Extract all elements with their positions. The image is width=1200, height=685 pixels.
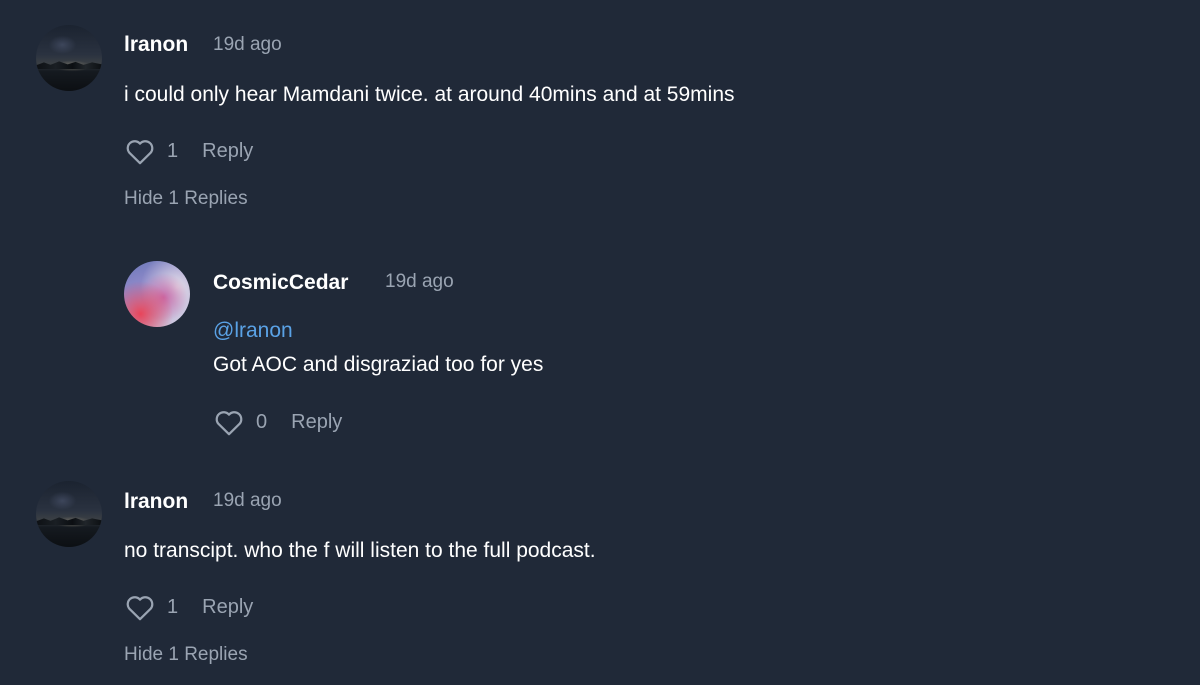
- like-count: 0: [256, 411, 268, 433]
- comment-text: i could only hear Mamdani twice. at arou…: [124, 83, 735, 106]
- reply-button[interactable]: Reply: [291, 411, 342, 434]
- comment-actions: 0 Reply: [214, 409, 342, 436]
- hide-replies-button[interactable]: Hide 1 Replies: [124, 644, 248, 666]
- like-count: 1: [167, 140, 179, 162]
- night-landscape-icon: [36, 61, 102, 70]
- comment-text: Got AOC and disgraziad too for yes: [213, 353, 544, 376]
- heart-icon: [126, 596, 154, 621]
- like-button[interactable]: 1: [125, 138, 178, 165]
- avatar[interactable]: [124, 261, 190, 327]
- heart-icon: [215, 411, 243, 436]
- user-mention-link[interactable]: @lranon: [213, 319, 293, 343]
- like-count: 1: [167, 596, 179, 618]
- comment-actions: 1 Reply: [125, 594, 253, 621]
- like-button[interactable]: 0: [214, 409, 267, 436]
- avatar[interactable]: [36, 481, 102, 547]
- comment-timestamp: 19d ago: [213, 490, 282, 511]
- comment-timestamp: 19d ago: [385, 271, 454, 292]
- comment-username[interactable]: lranon: [124, 490, 188, 514]
- comment-actions: 1 Reply: [125, 138, 253, 165]
- comment-username[interactable]: CosmicCedar: [213, 271, 348, 295]
- reply-button[interactable]: Reply: [202, 140, 253, 163]
- night-landscape-icon: [36, 517, 102, 526]
- hide-replies-button[interactable]: Hide 1 Replies: [124, 188, 248, 210]
- reply-button[interactable]: Reply: [202, 596, 253, 619]
- comment-username[interactable]: lranon: [124, 33, 188, 57]
- avatar[interactable]: [36, 25, 102, 91]
- comment-timestamp: 19d ago: [213, 34, 282, 55]
- like-button[interactable]: 1: [125, 594, 178, 621]
- heart-icon: [126, 140, 154, 165]
- comments-thread: lranon 19d ago i could only hear Mamdani…: [0, 0, 1200, 685]
- comment-text: no transcipt. who the f will listen to t…: [124, 539, 596, 562]
